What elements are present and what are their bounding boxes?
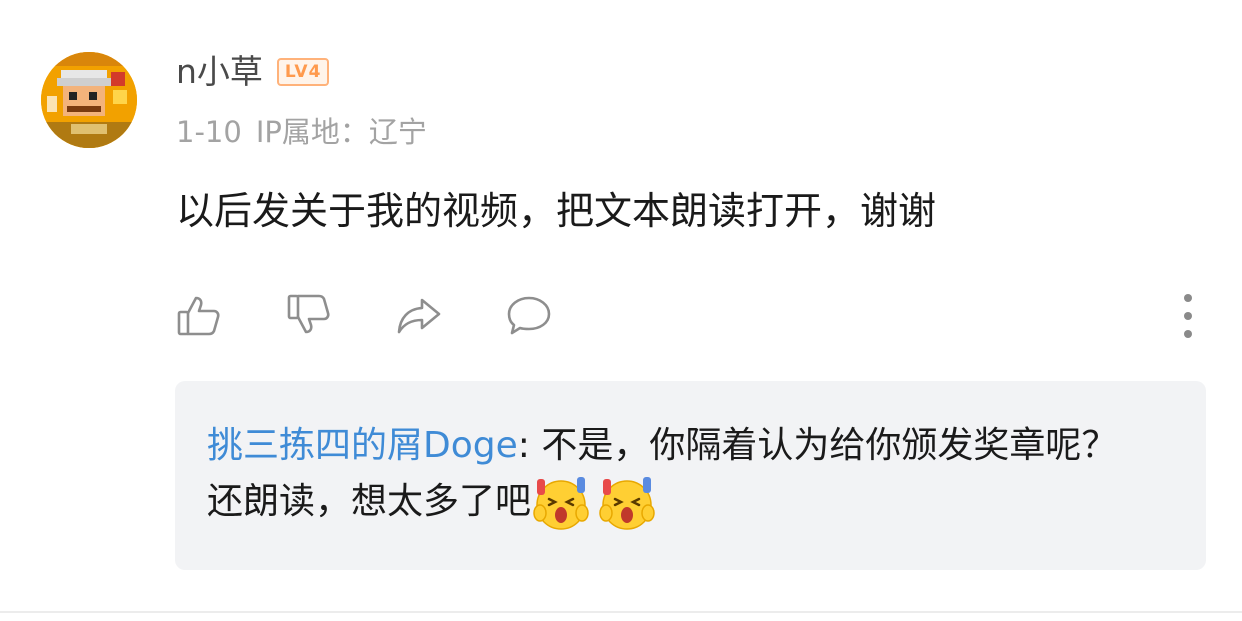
comment-text: 以后发关于我的视频，把文本朗读打开，谢谢	[176, 189, 937, 233]
comment-meta: 1-10 IP属地：辽宁	[176, 112, 427, 152]
like-button[interactable]	[176, 292, 222, 338]
user-avatar[interactable]	[41, 52, 137, 148]
divider	[0, 611, 1242, 613]
screaming-face-emoji-icon	[599, 477, 655, 530]
comment-bubble-icon	[507, 296, 551, 335]
username[interactable]: n小草	[176, 50, 263, 94]
screaming-face-emoji-icon	[533, 477, 589, 530]
dislike-button[interactable]	[286, 292, 332, 338]
level-badge: LV4	[276, 58, 330, 86]
comment-actions	[176, 292, 552, 338]
comment-date: 1-10	[176, 115, 242, 149]
reply-preview[interactable]: 挑三拣四的屑Doge: 不是，你隔着认为给你颁发奖章呢？还朗读，想太多了吧	[175, 381, 1206, 570]
reply-button[interactable]	[506, 292, 552, 338]
share-icon	[397, 298, 441, 334]
vertical-ellipsis-icon	[1184, 294, 1192, 302]
reply-text-line: 挑三拣四的屑Doge: 不是，你隔着认为给你颁发奖章呢？还朗读，想太多了吧	[207, 419, 1147, 531]
share-button[interactable]	[396, 292, 442, 338]
reply-separator: :	[517, 425, 542, 466]
ip-location: IP属地：辽宁	[255, 115, 427, 149]
thumbs-up-icon	[177, 296, 220, 336]
comment-header: n小草 LV4	[176, 50, 330, 94]
more-options-button[interactable]	[1176, 294, 1200, 338]
pixel-game-character-avatar-icon	[41, 52, 137, 148]
thumbs-down-icon	[287, 294, 330, 334]
reply-author[interactable]: 挑三拣四的屑Doge	[207, 425, 518, 466]
